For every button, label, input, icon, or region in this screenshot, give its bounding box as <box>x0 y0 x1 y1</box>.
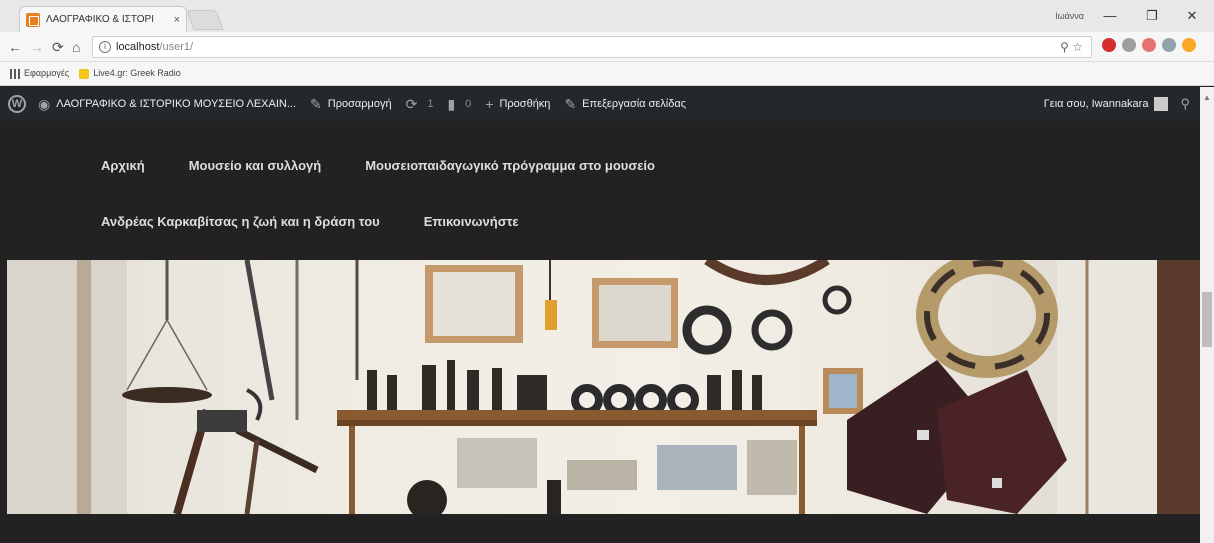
home-icon[interactable]: ⌂ <box>72 39 80 55</box>
forward-arrow-icon[interactable]: → <box>30 39 44 55</box>
admin-updates[interactable]: ⟳ 1 <box>406 96 434 113</box>
apps-grid-icon <box>10 68 20 79</box>
search-icon[interactable]: ⚲ <box>1180 96 1190 112</box>
menu-item-education[interactable]: Μουσειοπαιδαγωγικό πρόγραμμα στο μουσείο <box>365 158 655 173</box>
museum-collection-image <box>7 260 1200 514</box>
content-area <box>0 514 1200 543</box>
site-favicon-icon <box>26 12 40 27</box>
site-header: Αρχική Μουσείο και συλλογή Μουσειοπαιδαγ… <box>0 121 1200 260</box>
menu-extension-icon[interactable] <box>1182 38 1196 52</box>
address-path: /user1/ <box>159 41 194 53</box>
plus-icon: + <box>485 96 494 112</box>
menu-item-home[interactable]: Αρχική <box>101 158 145 173</box>
address-bar[interactable]: i localhost /user1/ ⚲ ☆ <box>92 36 1092 58</box>
wordpress-logo-icon[interactable]: W <box>8 95 26 113</box>
updates-icon: ⟳ <box>405 95 418 112</box>
zoom-star-icons[interactable]: ⚲ ☆ <box>1060 40 1083 54</box>
hero-image <box>7 260 1200 514</box>
browser-titlebar: ΛΑΟΓΡΑΦΙΚΟ & ΙΣΤΟΡΙ × Ιωάννα — ❐ ✕ <box>0 0 1214 32</box>
avatar[interactable] <box>1154 97 1169 111</box>
dashboard-icon: ◉ <box>38 95 51 112</box>
menu-item-contact[interactable]: Επικοινωνήστε <box>424 214 519 229</box>
minimize-button[interactable]: — <box>1100 8 1120 23</box>
browser-toolbar: ← → ⟳ ⌂ i localhost /user1/ ⚲ ☆ <box>0 32 1214 62</box>
scroll-up-icon[interactable]: ▲ <box>1203 93 1211 102</box>
scrollbar-thumb[interactable] <box>1202 292 1212 347</box>
close-window-button[interactable]: ✕ <box>1182 8 1202 24</box>
admin-site-name[interactable]: ◉ ΛΑΟΓΡΑΦΙΚΟ & ΙΣΤΟΡΙΚΟ ΜΟΥΣΕΙΟ ΛΕΧΑΙΝ... <box>38 96 296 113</box>
comment-icon: ▮ <box>447 95 456 112</box>
menu-item-museum[interactable]: Μουσείο και συλλογή <box>189 158 321 173</box>
new-tab-button[interactable] <box>186 10 224 30</box>
reload-icon[interactable]: ⟳ <box>52 39 64 56</box>
wp-admin-bar: W ◉ ΛΑΟΓΡΑΦΙΚΟ & ΙΣΤΟΡΙΚΟ ΜΟΥΣΕΙΟ ΛΕΧΑΙΝ.… <box>0 87 1200 121</box>
admin-customize[interactable]: ✎ Προσαρμογή <box>310 96 392 113</box>
extension-icon[interactable] <box>1162 38 1176 52</box>
tab-close-icon[interactable]: × <box>174 14 180 26</box>
radio-bookmark-icon <box>79 68 90 79</box>
extension-icon[interactable] <box>1122 38 1136 52</box>
profile-label[interactable]: Ιωάννα <box>1055 11 1084 21</box>
brush-icon: ✎ <box>310 95 322 112</box>
admin-new[interactable]: + Προσθήκη <box>485 96 550 112</box>
admin-comments[interactable]: ▮ 0 <box>447 96 471 113</box>
primary-menu-row-2: Ανδρέας Καρκαβίτσας η ζωή και η δράση το… <box>101 214 519 229</box>
primary-menu-row-1: Αρχική Μουσείο και συλλογή Μουσειοπαιδαγ… <box>101 158 655 173</box>
tab-title: ΛΑΟΓΡΑΦΙΚΟ & ΙΣΤΟΡΙ <box>46 14 154 25</box>
browser-tab[interactable]: ΛΑΟΓΡΑΦΙΚΟ & ΙΣΤΟΡΙ × <box>19 6 187 32</box>
address-host: localhost <box>116 41 160 53</box>
menu-item-karkavitsas[interactable]: Ανδρέας Καρκαβίτσας η ζωή και η δράση το… <box>101 214 380 229</box>
pocket-extension-icon[interactable] <box>1142 38 1156 52</box>
info-icon[interactable]: i <box>99 41 111 53</box>
bookmarks-bar: Εφαρμογές Live4.gr: Greek Radio <box>0 62 1214 86</box>
bookmark-live4[interactable]: Live4.gr: Greek Radio <box>79 68 181 79</box>
admin-greeting[interactable]: Γεια σου, Iwannakara <box>1044 98 1149 110</box>
maximize-button[interactable]: ❐ <box>1142 8 1162 24</box>
back-arrow-icon[interactable]: ← <box>8 39 22 55</box>
page-scrollbar[interactable]: ▲ <box>1200 87 1214 543</box>
adblock-extension-icon[interactable] <box>1102 38 1116 52</box>
admin-edit-page[interactable]: ✎ Επεξεργασία σελίδας <box>564 96 686 113</box>
bookmark-apps[interactable]: Εφαρμογές <box>10 68 69 79</box>
pencil-icon: ✎ <box>564 95 577 112</box>
